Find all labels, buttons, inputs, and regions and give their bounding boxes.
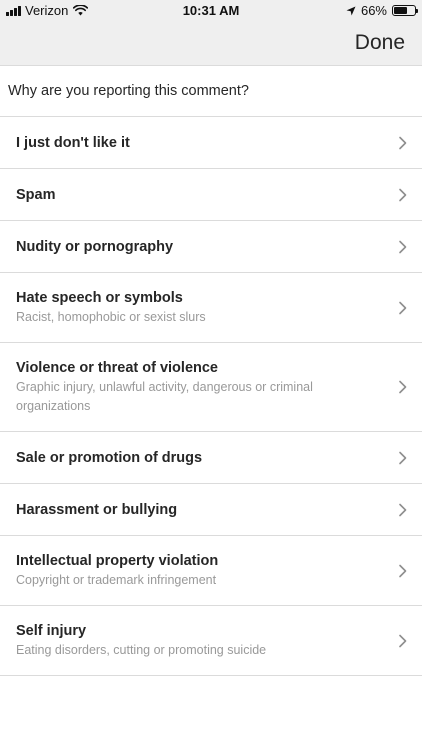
report-option-title: Spam [16, 186, 56, 203]
status-right: 66% [346, 3, 418, 18]
report-option-title: Intellectual property violation [16, 552, 219, 569]
chevron-right-icon [399, 136, 407, 149]
battery-level-fill [394, 7, 408, 14]
chevron-right-icon [399, 503, 407, 516]
report-option-subtitle: Racist, homophobic or sexist slurs [16, 309, 206, 324]
done-button[interactable]: Done [355, 31, 405, 55]
report-option-row[interactable]: Sale or promotion of drugs [0, 432, 422, 484]
report-option-subtitle: Eating disorders, cutting or promoting s… [16, 642, 267, 657]
report-option-title: Sale or promotion of drugs [16, 449, 203, 466]
report-option-row[interactable]: Spam [0, 169, 422, 221]
report-option-row[interactable]: Harassment or bullying [0, 484, 422, 536]
report-option-title: I just don't like it [16, 134, 130, 151]
status-bar: Verizon 10:31 AM 66% [0, 0, 422, 22]
report-options-list: I just don't like it Spam Nudity or pornog… [0, 117, 422, 676]
chevron-right-icon [399, 634, 407, 647]
report-prompt: Why are you reporting this comment? [0, 66, 422, 117]
report-option-row[interactable]: Violence or threat of violence Graphic in… [0, 343, 422, 432]
chevron-right-icon [399, 451, 407, 464]
report-option-title: Hate speech or symbols [16, 289, 183, 306]
report-option-title: Violence or threat of violence [16, 359, 218, 376]
battery-percent: 66% [360, 3, 387, 18]
location-arrow-icon [346, 6, 356, 15]
chevron-right-icon [399, 380, 407, 394]
report-option-row[interactable]: Hate speech or symbols Racist, homophobic… [0, 273, 422, 343]
report-option-row[interactable]: Self injury Eating disorders, cutting or … [0, 606, 422, 676]
report-option-title: Nudity or pornography [16, 238, 174, 255]
report-option-row[interactable]: I just don't like it [0, 117, 422, 169]
chevron-right-icon [399, 188, 407, 201]
top-bar: Verizon 10:31 AM 66% Done [0, 0, 422, 66]
report-option-title: Harassment or bullying [16, 501, 178, 518]
chevron-right-icon [399, 564, 407, 577]
report-option-subtitle: Copyright or trademark infringement [16, 572, 217, 587]
chevron-right-icon [399, 240, 407, 253]
report-option-subtitle: Graphic injury, unlawful activity, dange… [16, 379, 313, 413]
report-option-row[interactable]: Nudity or pornography [0, 221, 422, 273]
report-option-title: Self injury [16, 622, 87, 639]
battery-icon [392, 5, 418, 16]
report-option-row[interactable]: Intellectual property violation Copyright… [0, 536, 422, 606]
chevron-right-icon [399, 301, 407, 314]
